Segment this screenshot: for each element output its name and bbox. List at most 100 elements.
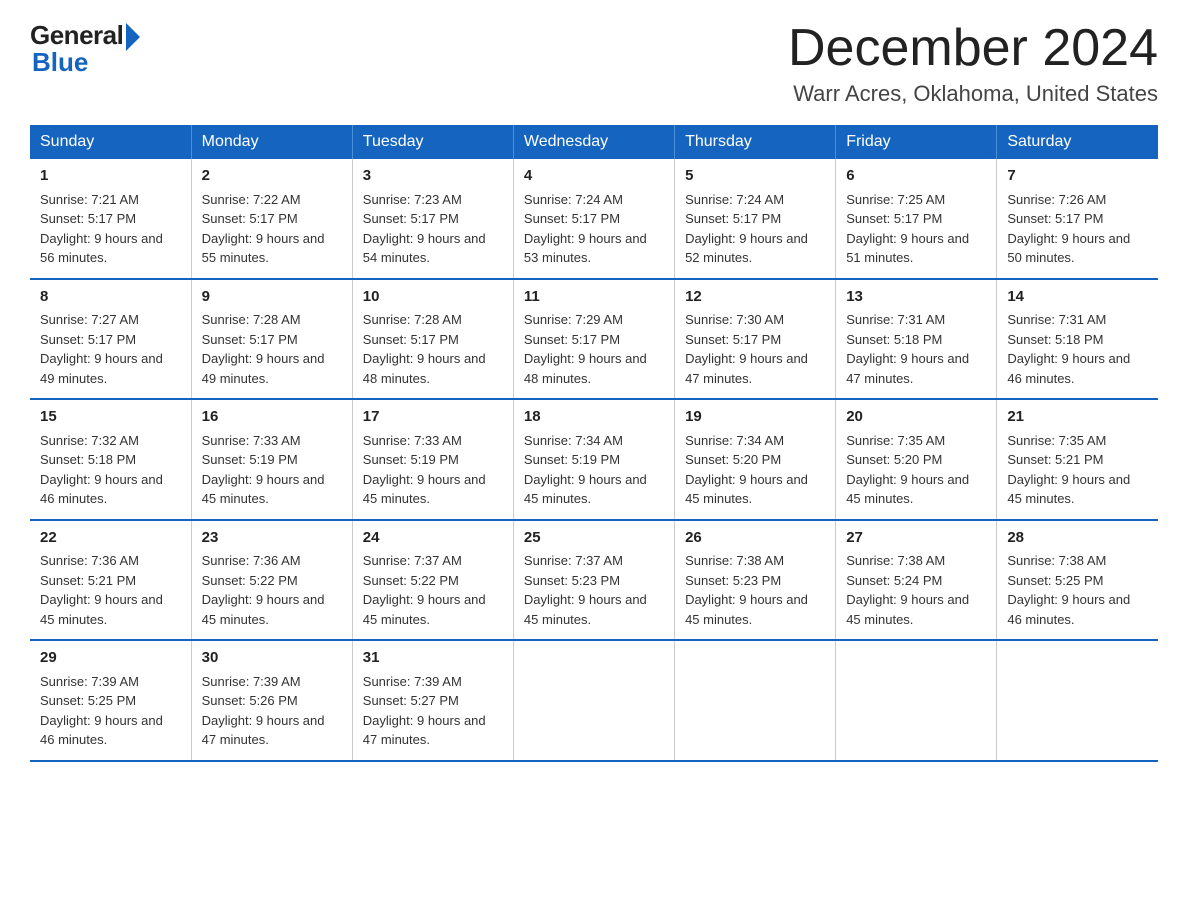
page-header: General Blue December 2024 Warr Acres, O… [30,20,1158,107]
logo: General Blue [30,20,140,78]
day-info: Sunrise: 7:39 AMSunset: 5:26 PMDaylight:… [202,674,325,748]
calendar-cell: 18 Sunrise: 7:34 AMSunset: 5:19 PMDaylig… [513,399,674,520]
day-number: 21 [1007,406,1148,429]
calendar-week-row: 1 Sunrise: 7:21 AMSunset: 5:17 PMDayligh… [30,159,1158,279]
day-of-week-tuesday: Tuesday [352,125,513,159]
calendar-week-row: 29 Sunrise: 7:39 AMSunset: 5:25 PMDaylig… [30,640,1158,761]
day-number: 4 [524,165,664,188]
day-number: 5 [685,165,825,188]
month-title: December 2024 [788,20,1158,77]
calendar-cell: 28 Sunrise: 7:38 AMSunset: 5:25 PMDaylig… [997,520,1158,641]
day-number: 14 [1007,286,1148,309]
day-of-week-thursday: Thursday [675,125,836,159]
day-number: 13 [846,286,986,309]
calendar-week-row: 22 Sunrise: 7:36 AMSunset: 5:21 PMDaylig… [30,520,1158,641]
day-number: 6 [846,165,986,188]
day-info: Sunrise: 7:31 AMSunset: 5:18 PMDaylight:… [846,312,969,386]
day-of-week-friday: Friday [836,125,997,159]
day-number: 3 [363,165,503,188]
calendar-cell: 11 Sunrise: 7:29 AMSunset: 5:17 PMDaylig… [513,279,674,400]
calendar-cell: 29 Sunrise: 7:39 AMSunset: 5:25 PMDaylig… [30,640,191,761]
calendar-cell: 8 Sunrise: 7:27 AMSunset: 5:17 PMDayligh… [30,279,191,400]
day-info: Sunrise: 7:35 AMSunset: 5:21 PMDaylight:… [1007,433,1130,507]
day-info: Sunrise: 7:31 AMSunset: 5:18 PMDaylight:… [1007,312,1130,386]
day-of-week-monday: Monday [191,125,352,159]
day-number: 28 [1007,527,1148,550]
day-number: 24 [363,527,503,550]
calendar-cell: 22 Sunrise: 7:36 AMSunset: 5:21 PMDaylig… [30,520,191,641]
day-number: 26 [685,527,825,550]
day-info: Sunrise: 7:30 AMSunset: 5:17 PMDaylight:… [685,312,808,386]
day-number: 23 [202,527,342,550]
day-info: Sunrise: 7:37 AMSunset: 5:23 PMDaylight:… [524,553,647,627]
day-number: 2 [202,165,342,188]
day-info: Sunrise: 7:21 AMSunset: 5:17 PMDaylight:… [40,192,163,266]
calendar-cell: 2 Sunrise: 7:22 AMSunset: 5:17 PMDayligh… [191,159,352,279]
day-number: 29 [40,647,181,670]
logo-blue-text: Blue [30,47,88,78]
day-number: 16 [202,406,342,429]
day-info: Sunrise: 7:34 AMSunset: 5:20 PMDaylight:… [685,433,808,507]
day-of-week-sunday: Sunday [30,125,191,159]
calendar-cell: 1 Sunrise: 7:21 AMSunset: 5:17 PMDayligh… [30,159,191,279]
calendar-cell: 23 Sunrise: 7:36 AMSunset: 5:22 PMDaylig… [191,520,352,641]
calendar-cell: 10 Sunrise: 7:28 AMSunset: 5:17 PMDaylig… [352,279,513,400]
day-number: 30 [202,647,342,670]
day-info: Sunrise: 7:27 AMSunset: 5:17 PMDaylight:… [40,312,163,386]
calendar-cell: 4 Sunrise: 7:24 AMSunset: 5:17 PMDayligh… [513,159,674,279]
location-subtitle: Warr Acres, Oklahoma, United States [788,81,1158,107]
calendar-week-row: 8 Sunrise: 7:27 AMSunset: 5:17 PMDayligh… [30,279,1158,400]
day-info: Sunrise: 7:25 AMSunset: 5:17 PMDaylight:… [846,192,969,266]
calendar-header-row: SundayMondayTuesdayWednesdayThursdayFrid… [30,125,1158,159]
calendar-cell: 25 Sunrise: 7:37 AMSunset: 5:23 PMDaylig… [513,520,674,641]
day-number: 10 [363,286,503,309]
day-info: Sunrise: 7:37 AMSunset: 5:22 PMDaylight:… [363,553,486,627]
day-of-week-wednesday: Wednesday [513,125,674,159]
calendar-cell: 19 Sunrise: 7:34 AMSunset: 5:20 PMDaylig… [675,399,836,520]
calendar-cell: 21 Sunrise: 7:35 AMSunset: 5:21 PMDaylig… [997,399,1158,520]
logo-triangle-icon [126,23,140,51]
calendar-cell: 30 Sunrise: 7:39 AMSunset: 5:26 PMDaylig… [191,640,352,761]
day-info: Sunrise: 7:38 AMSunset: 5:23 PMDaylight:… [685,553,808,627]
calendar-cell: 17 Sunrise: 7:33 AMSunset: 5:19 PMDaylig… [352,399,513,520]
day-number: 31 [363,647,503,670]
day-number: 27 [846,527,986,550]
day-info: Sunrise: 7:38 AMSunset: 5:24 PMDaylight:… [846,553,969,627]
day-info: Sunrise: 7:22 AMSunset: 5:17 PMDaylight:… [202,192,325,266]
calendar-cell: 16 Sunrise: 7:33 AMSunset: 5:19 PMDaylig… [191,399,352,520]
calendar-cell: 24 Sunrise: 7:37 AMSunset: 5:22 PMDaylig… [352,520,513,641]
day-info: Sunrise: 7:35 AMSunset: 5:20 PMDaylight:… [846,433,969,507]
day-number: 20 [846,406,986,429]
day-number: 1 [40,165,181,188]
calendar-cell: 27 Sunrise: 7:38 AMSunset: 5:24 PMDaylig… [836,520,997,641]
calendar-cell: 13 Sunrise: 7:31 AMSunset: 5:18 PMDaylig… [836,279,997,400]
day-number: 25 [524,527,664,550]
day-info: Sunrise: 7:33 AMSunset: 5:19 PMDaylight:… [202,433,325,507]
day-info: Sunrise: 7:34 AMSunset: 5:19 PMDaylight:… [524,433,647,507]
calendar-week-row: 15 Sunrise: 7:32 AMSunset: 5:18 PMDaylig… [30,399,1158,520]
day-number: 8 [40,286,181,309]
day-info: Sunrise: 7:24 AMSunset: 5:17 PMDaylight:… [685,192,808,266]
day-info: Sunrise: 7:39 AMSunset: 5:25 PMDaylight:… [40,674,163,748]
calendar-cell: 3 Sunrise: 7:23 AMSunset: 5:17 PMDayligh… [352,159,513,279]
calendar-cell: 26 Sunrise: 7:38 AMSunset: 5:23 PMDaylig… [675,520,836,641]
calendar-cell [997,640,1158,761]
day-info: Sunrise: 7:28 AMSunset: 5:17 PMDaylight:… [202,312,325,386]
calendar-cell [513,640,674,761]
calendar-table: SundayMondayTuesdayWednesdayThursdayFrid… [30,125,1158,762]
day-number: 19 [685,406,825,429]
day-info: Sunrise: 7:29 AMSunset: 5:17 PMDaylight:… [524,312,647,386]
day-of-week-saturday: Saturday [997,125,1158,159]
day-info: Sunrise: 7:39 AMSunset: 5:27 PMDaylight:… [363,674,486,748]
day-info: Sunrise: 7:24 AMSunset: 5:17 PMDaylight:… [524,192,647,266]
day-number: 17 [363,406,503,429]
day-info: Sunrise: 7:33 AMSunset: 5:19 PMDaylight:… [363,433,486,507]
day-number: 11 [524,286,664,309]
day-number: 7 [1007,165,1148,188]
day-info: Sunrise: 7:36 AMSunset: 5:22 PMDaylight:… [202,553,325,627]
calendar-cell: 20 Sunrise: 7:35 AMSunset: 5:20 PMDaylig… [836,399,997,520]
title-block: December 2024 Warr Acres, Oklahoma, Unit… [788,20,1158,107]
day-number: 9 [202,286,342,309]
day-info: Sunrise: 7:32 AMSunset: 5:18 PMDaylight:… [40,433,163,507]
day-number: 22 [40,527,181,550]
